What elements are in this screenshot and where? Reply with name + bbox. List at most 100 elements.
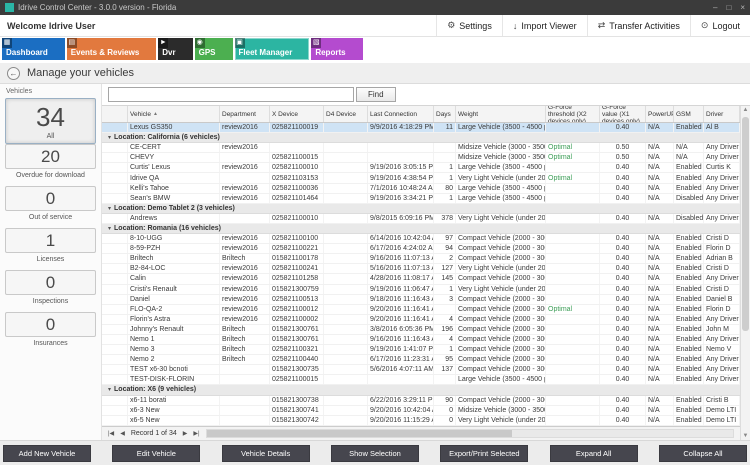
cell-driver: Any Driver (706, 314, 740, 324)
cell-weight: Large Vehicle (3500 - 4500 pounds) (456, 193, 546, 203)
cell-days: 1 (434, 193, 456, 203)
group-expand-icon[interactable]: ▾ (108, 205, 111, 212)
cell-department (220, 173, 270, 183)
back-button[interactable]: ← (7, 66, 20, 80)
table-row[interactable]: x6-3 New 015821300741 9/20/2016 10:42:04 A… (102, 405, 740, 416)
cell-gforce_threshold (546, 264, 600, 274)
table-row[interactable]: Cristi's Renault review2016 015821300759 9/… (102, 284, 740, 295)
column-header-department[interactable]: Department (220, 106, 270, 122)
tab-dashboard[interactable]: ▦ Dashboard (2, 38, 65, 60)
group-label: Location: Romania (16 vehicles) (114, 224, 221, 232)
logout-button[interactable]: ⊙ Logout (689, 15, 750, 36)
horizontal-scrollbar[interactable] (205, 429, 734, 438)
table-row[interactable]: FLO-QA-2 review2016 025821100012 9/20/2016 … (102, 304, 740, 315)
export-print-selected-button[interactable]: Export/Print Selected (440, 444, 529, 462)
find-button[interactable]: Find (356, 87, 396, 102)
table-row[interactable]: Briltech Briltech 015821100178 9/16/2016 11… (102, 254, 740, 265)
minimize-button[interactable]: – (713, 3, 717, 12)
close-button[interactable]: × (740, 3, 745, 12)
cell-vehicle: Nemo 2 (128, 355, 220, 365)
table-row[interactable]: CE-CERT review2016 Midsize Vehicle (3000 -… (102, 143, 740, 154)
table-row[interactable]: Andrews 025821100010 9/8/2015 6:09:16 PM 37… (102, 213, 740, 224)
stat-all[interactable]: 34 All (5, 98, 96, 145)
table-row[interactable]: x6-11 borati 015821300738 6/22/2016 3:29:1… (102, 395, 740, 406)
table-row[interactable]: Curtis' Lexus review2016 025821100010 9/19/… (102, 163, 740, 174)
scroll-up-icon[interactable]: ▲ (741, 107, 750, 113)
table-row[interactable]: Johnny's Renault Briltech 015821300761 3/8/… (102, 324, 740, 335)
cell-last_connection: 9/8/2015 6:09:16 PM (370, 213, 434, 223)
stat-overdue-for-download[interactable]: 20 (5, 144, 96, 170)
previous-record-button[interactable]: ◀ (117, 430, 128, 437)
table-row[interactable]: Daniel review2016 025821100513 9/18/2016 11… (102, 294, 740, 305)
table-row[interactable]: Florin's Astra review2016 025821100002 9/20… (102, 314, 740, 325)
transfer-activities-button[interactable]: ⇄ Transfer Activities (586, 15, 690, 36)
table-row[interactable]: Nemo 3 Briltech 025821100321 9/19/2016 1:41… (102, 345, 740, 356)
group-expand-icon[interactable]: ▾ (108, 386, 111, 393)
tab-gps[interactable]: ◉ GPS (194, 38, 233, 60)
stat-licenses[interactable]: 1 (5, 227, 96, 253)
column-header-d4_device[interactable]: D4 Device (324, 106, 368, 122)
cell-d4_device (324, 324, 368, 334)
group-row[interactable]: ▾ Location: X6 (9 vehicles) (102, 385, 740, 396)
column-header-driver[interactable]: Driver (704, 106, 740, 122)
reports-tab-icon: ▧ (311, 38, 322, 48)
import-viewer-button[interactable]: ↓ Import Viewer (501, 15, 587, 36)
vertical-scrollbar[interactable]: ▲ ▼ (740, 106, 750, 440)
maximize-button[interactable]: □ (726, 3, 731, 12)
table-row[interactable]: Idrive QA 025821103153 9/19/2016 4:38:54 P… (102, 173, 740, 184)
stat-inspections[interactable]: 0 (5, 269, 96, 295)
group-row[interactable]: ▾ Location: Demo Tablet 2 (3 vehicles) (102, 203, 740, 214)
table-row[interactable]: Kelli's Tahoe review2016 025821100036 7/1/2… (102, 183, 740, 194)
column-header-x_device[interactable]: X Device (270, 106, 324, 122)
column-header-gforce_value[interactable]: G-Force value (X1 devices only) (600, 106, 646, 122)
last-record-button[interactable]: ▶| (190, 430, 202, 437)
tab-events-reviews[interactable]: ▤ Events & Reviews (66, 38, 157, 60)
column-header-gsm[interactable]: GSM (674, 106, 704, 122)
column-header-powerup[interactable]: PowerUP (646, 106, 674, 122)
cell-gforce_value: 0.40 (600, 213, 646, 223)
show-selection-button[interactable]: Show Selection (330, 444, 419, 462)
column-header-days[interactable]: Days (434, 106, 456, 122)
edit-vehicle-button[interactable]: Edit Vehicle (112, 444, 201, 462)
stat-label: Insurances (33, 339, 68, 347)
cell-department (220, 213, 270, 223)
table-row[interactable]: TEST x6-30 bcnoti 015821300735 5/6/2016 4:… (102, 365, 740, 376)
table-row[interactable]: Nemo 2 Briltech 025821100440 6/17/2016 11:2… (102, 355, 740, 366)
group-expand-icon[interactable]: ▾ (108, 225, 111, 232)
group-row[interactable]: ▾ Location: California (6 vehicles) (102, 133, 740, 144)
table-row[interactable]: 8-10-UGG review2016 025821100100 6/14/2016 … (102, 234, 740, 245)
table-row[interactable]: Lexus GS350 review2016 025821100019 9/9/201… (102, 123, 740, 134)
vertical-scrollbar-thumb[interactable] (742, 117, 749, 331)
group-label: Location: Demo Tablet 2 (3 vehicles) (114, 204, 235, 212)
group-row[interactable]: ▾ Location: Romania (16 vehicles) (102, 223, 740, 235)
table-row[interactable]: 8-59-PZH review2016 025821100221 6/17/2016 … (102, 244, 740, 255)
collapse-all-button[interactable]: Collapse All (658, 444, 747, 462)
search-input[interactable] (108, 87, 354, 102)
add-new-vehicle-button[interactable]: Add New Vehicle (3, 444, 91, 462)
column-header-vehicle[interactable]: Vehicle ▲ (128, 106, 220, 122)
horizontal-scrollbar-thumb[interactable] (206, 430, 512, 437)
settings-button[interactable]: ⚙ Settings (436, 15, 502, 36)
scroll-down-icon[interactable]: ▼ (741, 433, 750, 439)
table-row[interactable]: CHEVY 025821100015 Midsize Vehicle (3000 -… (102, 153, 740, 164)
column-header-last_connection[interactable]: Last Connection (368, 106, 434, 122)
tab-fleet-manager[interactable]: ▣ Fleet Manager (234, 38, 310, 60)
table-row[interactable]: B2-84-LOC review2016 025821100241 5/16/2016… (102, 264, 740, 275)
next-record-button[interactable]: ▶ (180, 430, 191, 437)
table-row[interactable]: Nemo 1 Briltech 015821300761 9/16/2016 11:1… (102, 334, 740, 346)
table-row[interactable]: x6-5 New 015821300742 9/20/2016 11:15:29 A… (102, 415, 740, 426)
column-header-gforce_threshold[interactable]: G-Force threshold (X2 devices only) (546, 106, 600, 122)
vehicle-details-button[interactable]: Vehicle Details (221, 444, 310, 462)
tab-dvr[interactable]: ► Dvr (158, 38, 193, 60)
group-expand-icon[interactable]: ▾ (108, 134, 111, 141)
first-record-button[interactable]: |◀ (105, 430, 117, 437)
table-row[interactable]: Sean's BMW review2016 025821101464 9/19/201… (102, 193, 740, 204)
stat-insurances[interactable]: 0 (5, 311, 96, 337)
table-row[interactable]: Calin review2016 025821101258 4/28/2016 11:… (102, 274, 740, 285)
expand-all-button[interactable]: Expand All (549, 444, 638, 462)
stat-out-of-service[interactable]: 0 (5, 186, 96, 211)
cell-powerup: N/A (646, 274, 674, 284)
tab-reports[interactable]: ▧ Reports (311, 38, 363, 60)
column-header-weight[interactable]: Weight (456, 106, 546, 122)
table-row[interactable]: TEST-DISK-FLORIN 025821100015 Large Vehicl… (102, 375, 740, 386)
